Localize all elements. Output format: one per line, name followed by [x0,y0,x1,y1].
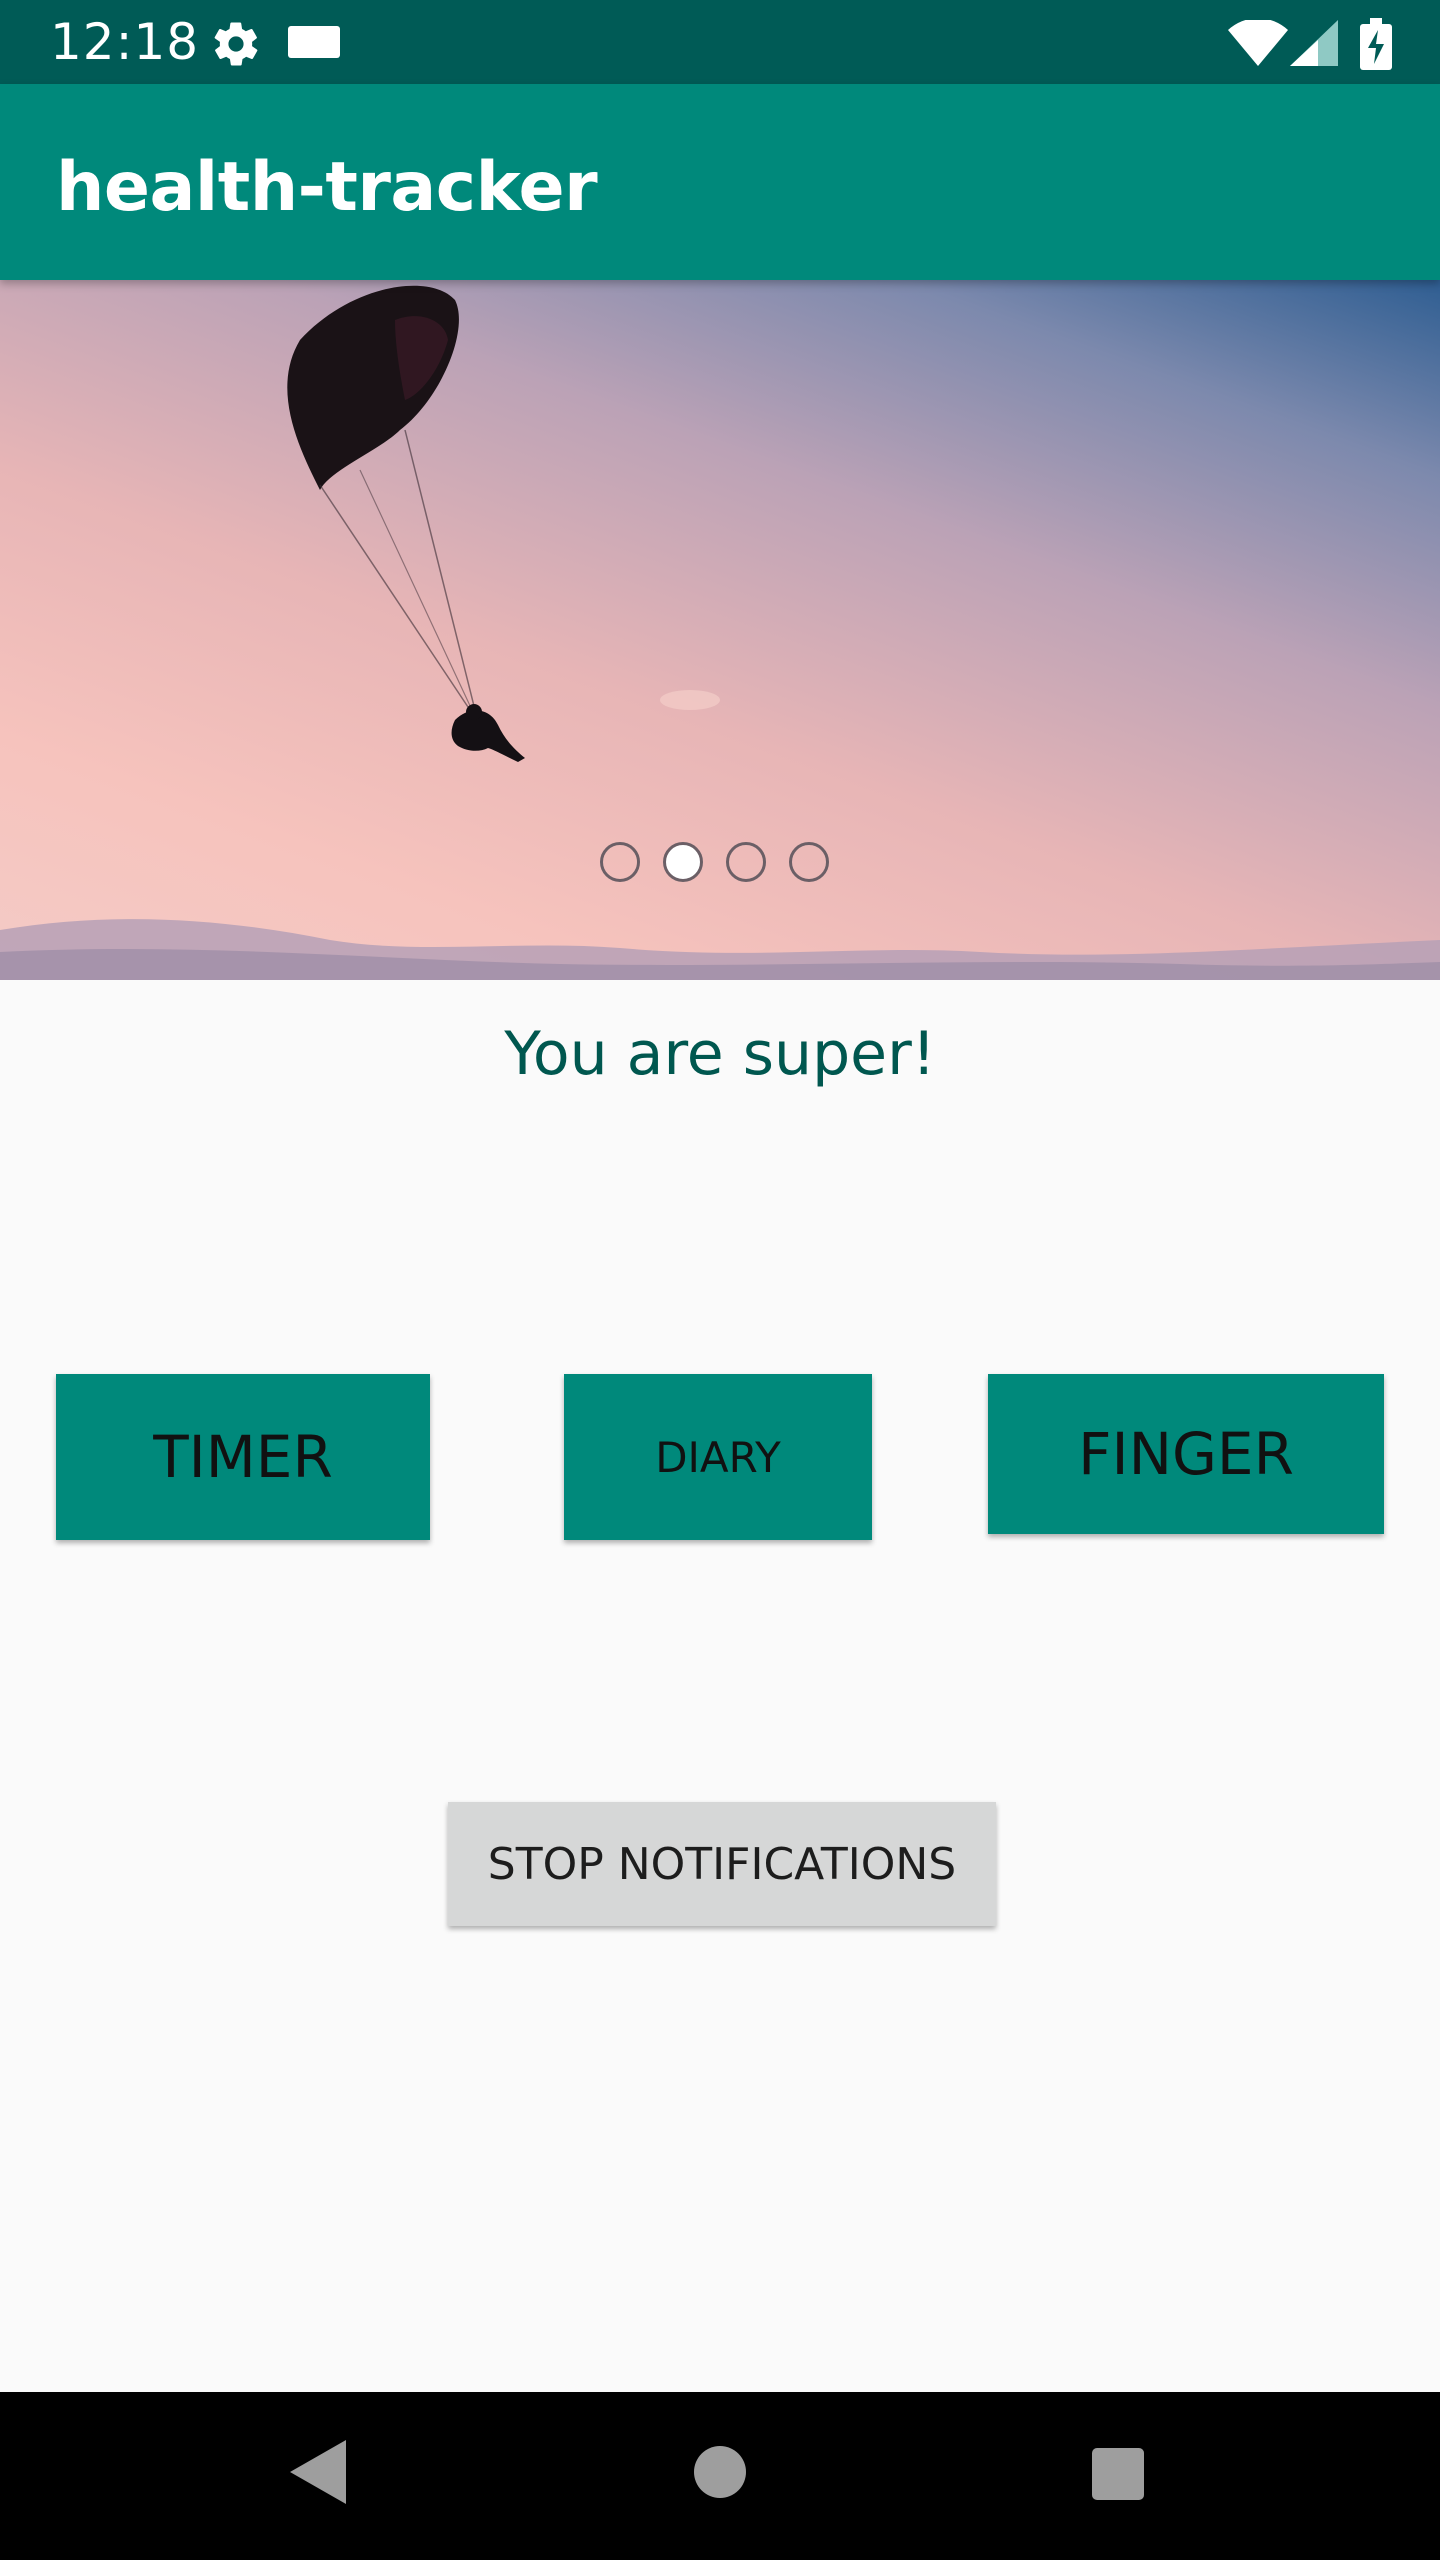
sd-card-icon [288,26,340,58]
timer-button[interactable]: TIMER [56,1374,430,1540]
status-time: 12:18 [50,13,200,71]
stop-notifications-button[interactable]: STOP NOTIFICATIONS [448,1802,996,1926]
finger-button[interactable]: FINGER [988,1374,1384,1534]
signal-icon [1290,20,1338,66]
app-bar: health-tracker [0,84,1440,280]
image-carousel[interactable] [0,280,1440,980]
carousel-dot-4[interactable] [789,842,829,882]
home-icon[interactable] [694,2446,746,2498]
status-bar: 12:18 [0,0,1440,84]
recents-icon[interactable] [1092,2448,1144,2500]
carousel-dot-3[interactable] [726,842,766,882]
gear-icon [214,22,258,66]
wifi-icon [1228,20,1288,66]
carousel-indicators [600,842,840,892]
battery-charging-icon [1360,18,1392,70]
diary-button[interactable]: DIARY [564,1374,872,1540]
app-title: health-tracker [56,148,598,227]
navigation-bar [0,2392,1440,2560]
back-icon[interactable] [290,2440,346,2504]
motivation-text: You are super! [504,1019,936,1089]
carousel-dot-2[interactable] [663,842,703,882]
carousel-dot-1[interactable] [600,842,640,882]
